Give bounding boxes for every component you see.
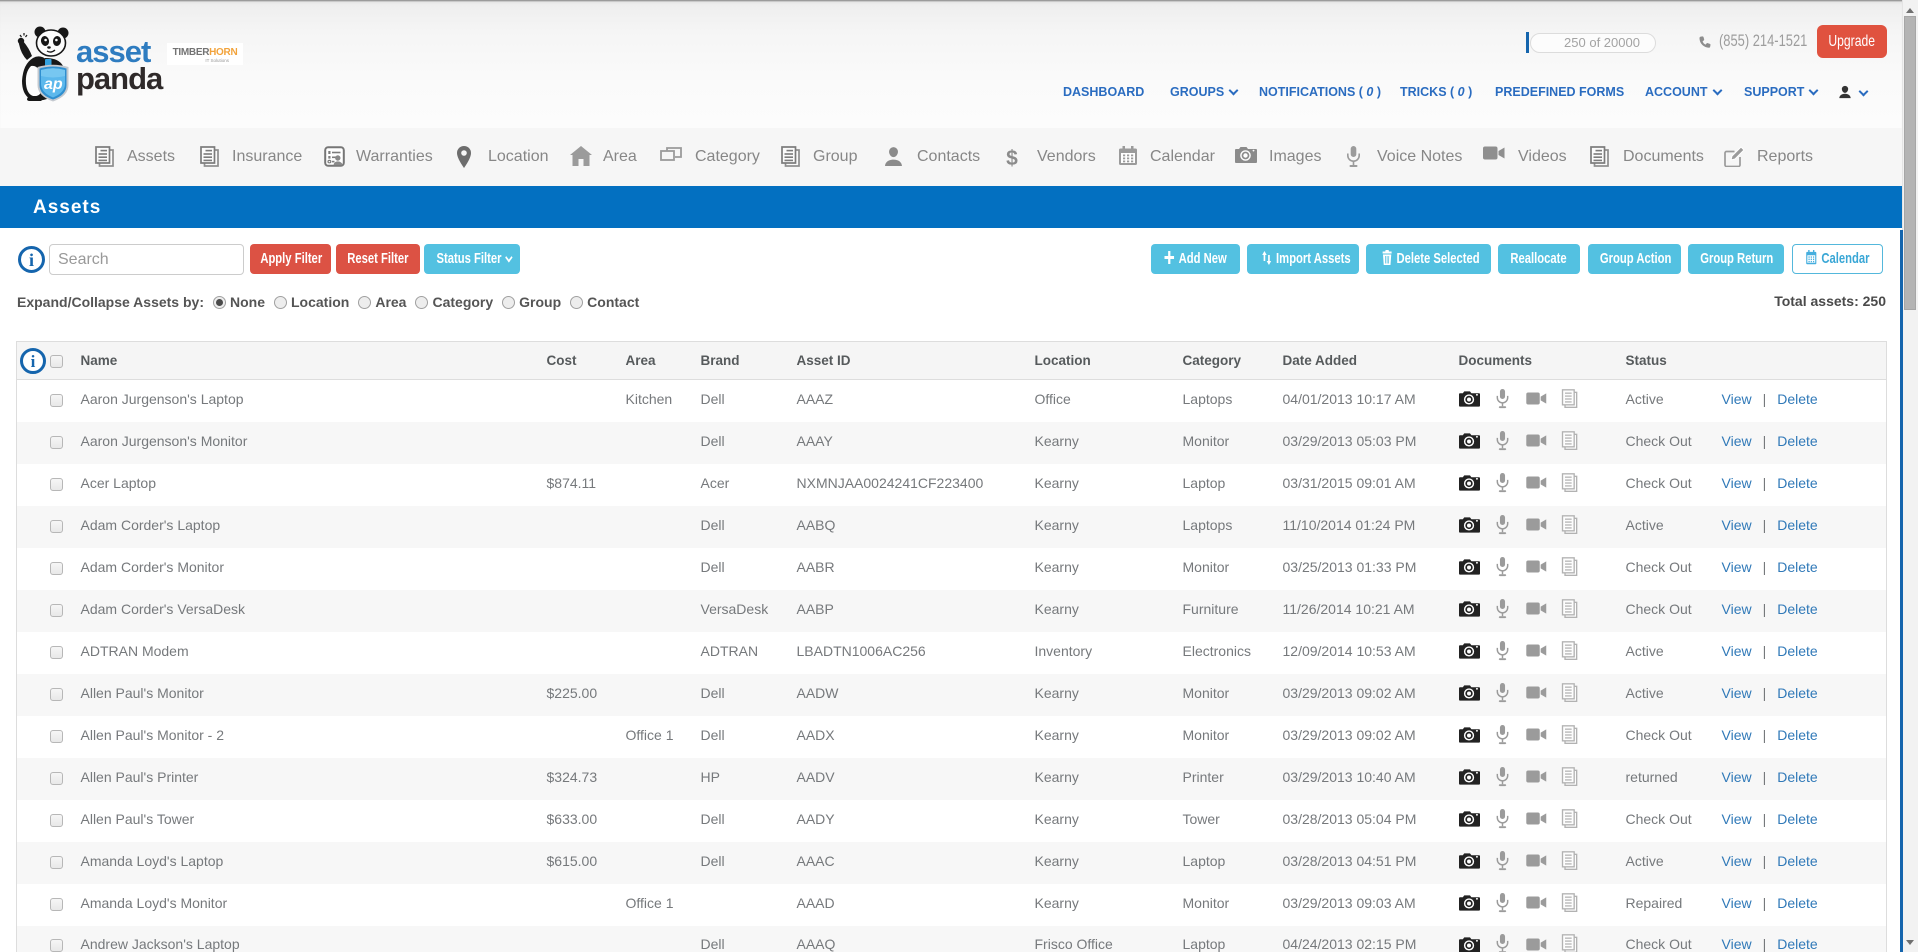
svg-text:$: $ [1006, 147, 1018, 170]
